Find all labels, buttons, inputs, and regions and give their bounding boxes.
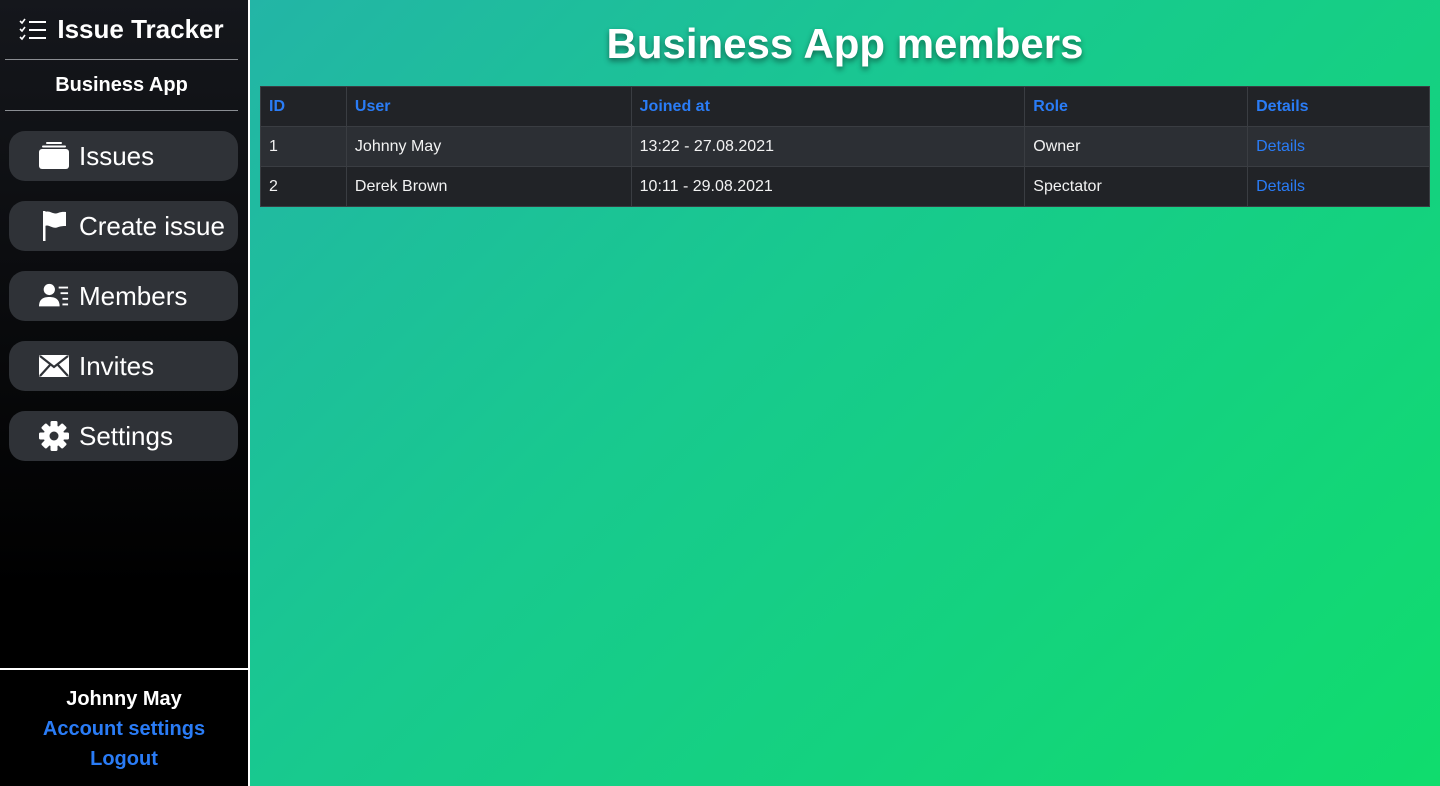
gear-icon <box>39 421 69 451</box>
user-panel: Johnny May Account settings Logout <box>0 668 248 786</box>
sidebar-item-invites[interactable]: Invites <box>9 341 238 391</box>
folders-icon <box>39 141 69 171</box>
logout-link[interactable]: Logout <box>0 744 248 774</box>
cell-user: Derek Brown <box>345 166 632 207</box>
cell-details: Details <box>1247 126 1430 167</box>
sidebar-item-issues[interactable]: Issues <box>9 131 238 181</box>
cell-user: Johnny May <box>345 126 632 167</box>
table-row: 1 Johnny May 13:22 - 27.08.2021 Owner De… <box>260 126 1430 167</box>
table-header-row: ID User Joined at Role Details <box>260 86 1430 127</box>
checklist-icon <box>19 18 47 42</box>
person-lines-icon <box>39 281 69 311</box>
sidebar-item-label: Invites <box>79 350 155 381</box>
flag-icon <box>39 211 69 241</box>
cell-id: 1 <box>260 126 347 167</box>
page-title: Business App members <box>606 20 1084 67</box>
sidebar-nav: Issues Create issue Members Invites Sett… <box>0 111 248 461</box>
sidebar-item-label: Issues <box>79 140 155 171</box>
cell-id: 2 <box>260 166 347 207</box>
column-header-role[interactable]: Role <box>1024 86 1249 127</box>
sidebar-item-create-issue[interactable]: Create issue <box>9 201 238 251</box>
app-title: Issue Tracker <box>57 14 224 44</box>
cell-joined-at: 13:22 - 27.08.2021 <box>630 126 1026 167</box>
cell-details: Details <box>1247 166 1430 207</box>
cell-role: Owner <box>1024 126 1249 167</box>
column-header-joined-at[interactable]: Joined at <box>630 86 1026 127</box>
brand[interactable]: Issue Tracker <box>5 0 238 60</box>
sidebar-item-label: Create issue <box>79 210 225 241</box>
sidebar-item-label: Members <box>79 280 188 311</box>
project-name: Business App <box>5 60 238 111</box>
members-table: ID User Joined at Role Details 1 Johnny … <box>260 86 1430 207</box>
account-settings-link[interactable]: Account settings <box>0 714 248 744</box>
sidebar-item-settings[interactable]: Settings <box>9 411 238 461</box>
details-link[interactable]: Details <box>1256 178 1305 195</box>
current-user-name: Johnny May <box>66 688 182 710</box>
table-row: 2 Derek Brown 10:11 - 29.08.2021 Spectat… <box>260 166 1430 207</box>
cell-joined-at: 10:11 - 29.08.2021 <box>630 166 1026 207</box>
cell-role: Spectator <box>1024 166 1249 207</box>
main-content: Business App members ID User Joined at R… <box>250 0 1440 786</box>
column-header-id[interactable]: ID <box>260 86 347 127</box>
sidebar: Issue Tracker Business App Issues Create… <box>0 0 250 786</box>
column-header-details[interactable]: Details <box>1247 86 1430 127</box>
envelope-icon <box>39 351 69 381</box>
column-header-user[interactable]: User <box>345 86 632 127</box>
details-link[interactable]: Details <box>1256 138 1305 155</box>
sidebar-item-members[interactable]: Members <box>9 271 238 321</box>
sidebar-item-label: Settings <box>79 420 173 451</box>
